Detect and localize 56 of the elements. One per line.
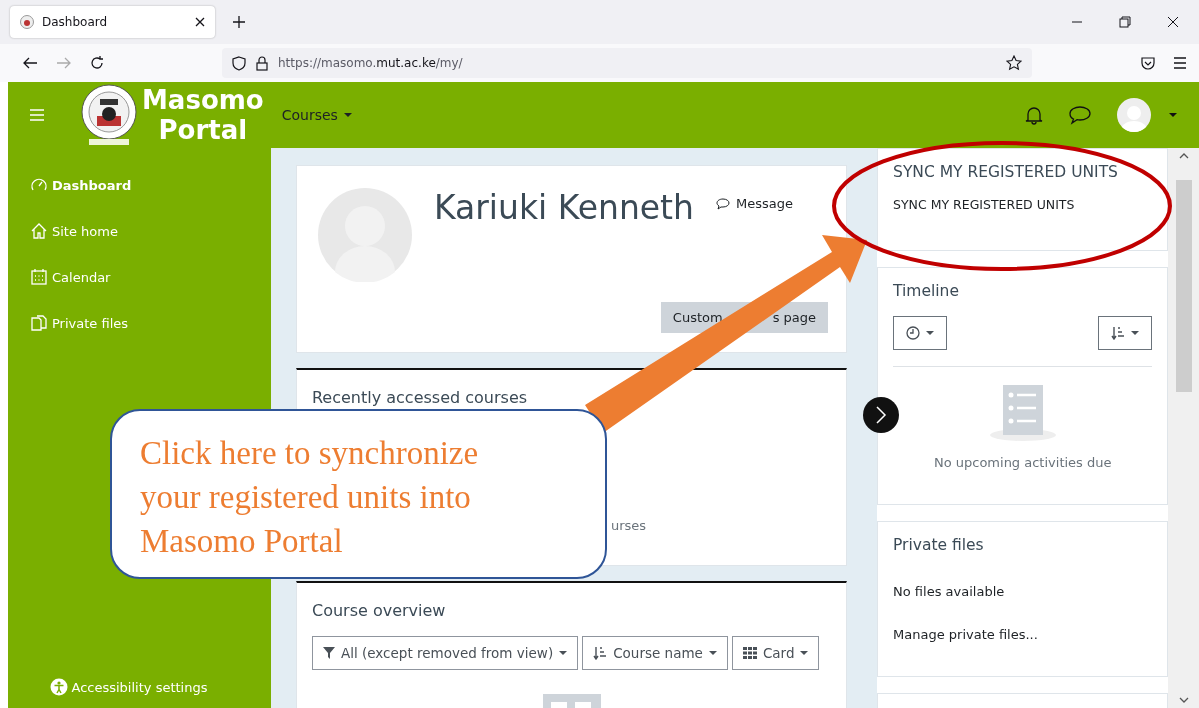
sync-link[interactable]: SYNC MY REGISTERED UNITS [893,197,1153,212]
empty-message: urses [610,518,647,533]
browser-tab[interactable]: Dashboard [10,6,215,38]
filter-dropdown[interactable]: Card [731,636,820,670]
lock-icon [256,55,268,71]
chevron-right-icon [875,405,887,425]
clock-icon [906,326,921,340]
sort-icon [593,646,608,660]
block-title: Timeline [893,282,960,300]
shield-icon [232,55,246,71]
user-name: Kariuki Kenneth [433,188,694,227]
user-avatar[interactable] [1117,98,1151,132]
scroll-down-icon[interactable] [1178,696,1189,704]
sort-icon [1111,326,1126,340]
filter-dropdown[interactable]: All (except removed from view) [311,636,579,670]
card-title: Recently accessed courses [311,388,529,407]
reload-icon[interactable] [90,56,104,70]
manage-files-link[interactable]: Manage private files... [893,627,1153,642]
block-title: Private files [893,536,985,554]
address-bar[interactable]: https://masomo.mut.ac.ke/my/ [222,48,1032,78]
back-icon[interactable] [22,56,38,70]
filter-dropdown[interactable]: Course name [582,636,728,670]
message-link[interactable]: Message [715,196,793,211]
home-icon [30,222,48,240]
favicon-icon [20,15,34,29]
scrollbar[interactable] [1168,148,1199,708]
card-title: Course overview [311,601,447,620]
menu-icon[interactable] [1173,57,1187,69]
site-name: Masomo Portal [142,85,264,145]
close-icon[interactable] [195,17,205,27]
callout-text: Click here to synchronize your registered units into Masomo Portal [140,434,480,561]
tab-title: Dashboard [42,15,109,29]
empty-message: No files available [893,584,1006,599]
courses-menu[interactable]: Courses [275,106,358,124]
filter-icon [322,647,335,659]
chat-icon [715,197,730,210]
bell-icon[interactable] [1025,105,1043,125]
calendar-icon [30,268,48,286]
files-icon [30,314,48,332]
new-tab-icon[interactable] [233,16,245,28]
logo-icon [80,84,138,146]
pocket-icon[interactable] [1141,56,1155,70]
sort-dropdown[interactable] [1098,316,1153,350]
person-icon [1119,104,1149,132]
block-title: SYNC MY REGISTERED UNITS [893,163,1119,181]
scroll-thumb[interactable] [1175,180,1192,392]
list-icon [989,385,1056,441]
caret-icon[interactable] [1169,113,1177,117]
scroll-up-icon[interactable] [1178,152,1189,160]
url-text: https://masomo.mut.ac.ke/my/ [278,56,464,70]
date-filter-dropdown[interactable] [893,316,948,350]
grid-icon [742,647,757,659]
empty-message: No upcoming activities due [933,455,1112,470]
star-icon[interactable] [1006,55,1022,71]
chat-icon[interactable] [1069,105,1091,125]
accessibility-icon [49,678,68,696]
